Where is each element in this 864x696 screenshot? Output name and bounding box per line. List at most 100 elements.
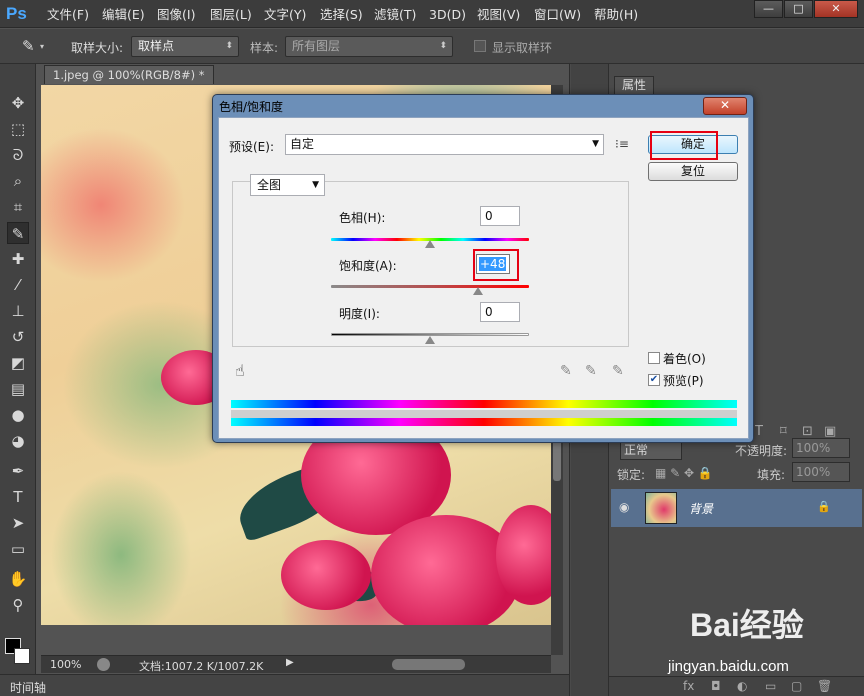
move-tool-icon[interactable]: ✥ — [7, 92, 29, 114]
preview-checkbox[interactable]: ✔ — [648, 374, 660, 386]
transform-panel-icon[interactable]: ⌑ — [780, 424, 787, 439]
preset-options-icon[interactable]: ⁝≡ — [615, 137, 629, 151]
document-tab-title: 1.jpeg @ 100%(RGB/8#) * — [53, 68, 205, 82]
menu-help[interactable]: 帮助(H) — [594, 6, 638, 24]
hand-tool-icon[interactable]: ✋ — [7, 568, 29, 590]
chevron-down-icon: ▼ — [592, 139, 599, 149]
type-tool-icon[interactable]: T — [7, 486, 29, 508]
lightness-input[interactable]: 0 — [480, 302, 520, 322]
menu-type[interactable]: 文字(Y) — [264, 6, 306, 24]
status-menu-arrow-icon[interactable]: ▶ — [286, 657, 294, 668]
options-bar: ✎ ▾ 取样大小: 取样点 ⬍ 样本: 所有图层 ⬍ 显示取样环 — [0, 29, 864, 64]
close-window-button[interactable]: ✕ — [814, 0, 858, 18]
output-color-bar — [231, 418, 737, 426]
preview-label: 预览(P) — [663, 374, 704, 388]
mask-icon[interactable]: ◘ — [711, 679, 721, 693]
visibility-eye-icon[interactable]: ◉ — [619, 500, 629, 514]
colorize-checkbox[interactable] — [648, 352, 660, 364]
maximize-button[interactable]: □ — [784, 0, 813, 18]
pen-tool-icon[interactable]: ✒ — [7, 460, 29, 482]
layer-row-background[interactable]: ◉ 背景 🔒 — [611, 489, 862, 527]
quick-select-tool-icon[interactable]: ⌕ — [7, 170, 29, 192]
trash-icon[interactable]: 🗑 — [817, 679, 832, 693]
path-select-icon[interactable]: ➤ — [7, 512, 29, 534]
group-icon[interactable]: ▭ — [765, 679, 776, 693]
menu-filter[interactable]: 滤镜(T) — [374, 6, 416, 24]
gradient-tool-icon[interactable]: ▤ — [7, 378, 29, 400]
shape-tool-icon[interactable]: ▭ — [7, 538, 29, 560]
saturation-slider-track[interactable] — [331, 285, 529, 288]
lasso-tool-icon[interactable]: ᘐ — [7, 144, 29, 166]
sample-size-select[interactable]: 取样点 ⬍ — [131, 36, 239, 57]
filter-panel-icon[interactable]: ▣ — [824, 424, 836, 439]
tool-preset-chevron-icon[interactable]: ▾ — [40, 42, 44, 51]
on-image-adjust-hand-icon[interactable]: ☝ — [235, 361, 245, 380]
minimize-button[interactable]: — — [754, 0, 783, 18]
lightness-label: 明度(I): — [339, 307, 380, 321]
fill-label: 填充: — [757, 468, 786, 482]
menu-image[interactable]: 图像(I) — [157, 6, 195, 24]
eyedropper-tool-icon[interactable]: ✎ — [22, 37, 35, 55]
eyedropper-minus-icon[interactable]: ✎ — [612, 363, 624, 379]
lock-icons[interactable]: ▦ ✎ ✥ 🔒 — [655, 466, 713, 480]
adjust-group-box — [232, 181, 629, 347]
text-panel-icon[interactable]: T — [755, 424, 763, 439]
eyedropper-tool-icon[interactable]: ✎ — [7, 222, 29, 244]
updown-arrows-icon: ⬍ — [439, 41, 447, 51]
properties-tab[interactable]: 属性 — [614, 76, 654, 94]
tools-panel: ✥ ⬚ ᘐ ⌕ ⌗ ✎ ✚ ⁄ ⊥ ↺ ◩ ▤ ● ◕ ✒ T ➤ ▭ ✋ ⚲ — [0, 64, 36, 696]
fx-icon[interactable]: fx — [683, 679, 694, 693]
new-layer-icon[interactable]: ▢ — [791, 679, 802, 693]
menu-layer[interactable]: 图层(L) — [210, 6, 252, 24]
menu-3d[interactable]: 3D(D) — [429, 6, 466, 24]
fill-input[interactable]: 100% — [792, 462, 850, 482]
document-tab[interactable]: 1.jpeg @ 100%(RGB/8#) * × — [44, 65, 214, 100]
timeline-label[interactable]: 时间轴 — [10, 679, 46, 696]
zoom-tool-icon[interactable]: ⚲ — [7, 594, 29, 616]
dialog-close-button[interactable]: ✕ — [703, 97, 747, 115]
adjustment-icon[interactable]: ◐ — [737, 679, 747, 693]
lightness-slider-thumb[interactable] — [425, 336, 435, 344]
blur-tool-icon[interactable]: ● — [7, 404, 29, 426]
preset-select[interactable]: 自定 ▼ — [285, 134, 604, 155]
eraser-tool-icon[interactable]: ◩ — [7, 352, 29, 374]
dodge-tool-icon[interactable]: ◕ — [7, 430, 29, 452]
show-ring-label: 显示取样环 — [492, 41, 553, 55]
menu-window[interactable]: 窗口(W) — [534, 6, 581, 24]
opacity-input[interactable]: 100% — [792, 438, 850, 458]
horizontal-scroll-thumb[interactable] — [392, 659, 465, 670]
preset-label: 预设(E): — [229, 140, 274, 154]
brush-tool-icon[interactable]: ⁄ — [7, 274, 29, 296]
eyedropper-plus-icon[interactable]: ✎ — [585, 363, 597, 379]
menu-file[interactable]: 文件(F) — [47, 6, 89, 24]
blend-mode-select[interactable]: 正常 — [620, 440, 682, 460]
zoom-level[interactable]: 100% — [50, 658, 81, 671]
channel-select[interactable]: 全图 ▼ — [250, 174, 325, 196]
menu-select[interactable]: 选择(S) — [320, 6, 363, 24]
adjust-panel-icon[interactable]: ⊡ — [802, 424, 813, 439]
show-ring-checkbox[interactable] — [474, 40, 486, 52]
menu-edit[interactable]: 编辑(E) — [102, 6, 145, 24]
sample-select[interactable]: 所有图层 ⬍ — [285, 36, 453, 57]
eyedropper-icon[interactable]: ✎ — [560, 363, 572, 379]
layer-name[interactable]: 背景 — [689, 500, 713, 517]
healing-brush-icon[interactable]: ✚ — [7, 248, 29, 270]
reset-button[interactable]: 复位 — [648, 162, 738, 181]
highlight-ok-box — [650, 131, 718, 160]
watermark-url: jingyan.baidu.com — [668, 658, 789, 675]
status-bar: 100% 文档:1007.2 K/1007.2K ▶ — [41, 655, 551, 673]
menu-view[interactable]: 视图(V) — [477, 6, 520, 24]
stamp-tool-icon[interactable]: ⊥ — [7, 300, 29, 322]
timeline-bar: 时间轴 — [0, 674, 569, 696]
sample-label: 样本: — [250, 41, 279, 55]
saturation-slider-thumb[interactable] — [473, 287, 483, 295]
lock-label: 锁定: — [617, 468, 646, 482]
opacity-label: 不透明度: — [735, 444, 788, 458]
hue-input[interactable]: 0 — [480, 206, 520, 226]
hue-slider-thumb[interactable] — [425, 240, 435, 248]
history-brush-icon[interactable]: ↺ — [7, 326, 29, 348]
marquee-tool-icon[interactable]: ⬚ — [7, 118, 29, 140]
status-icon[interactable] — [97, 658, 110, 671]
background-color-swatch[interactable] — [14, 648, 30, 664]
crop-tool-icon[interactable]: ⌗ — [7, 196, 29, 218]
